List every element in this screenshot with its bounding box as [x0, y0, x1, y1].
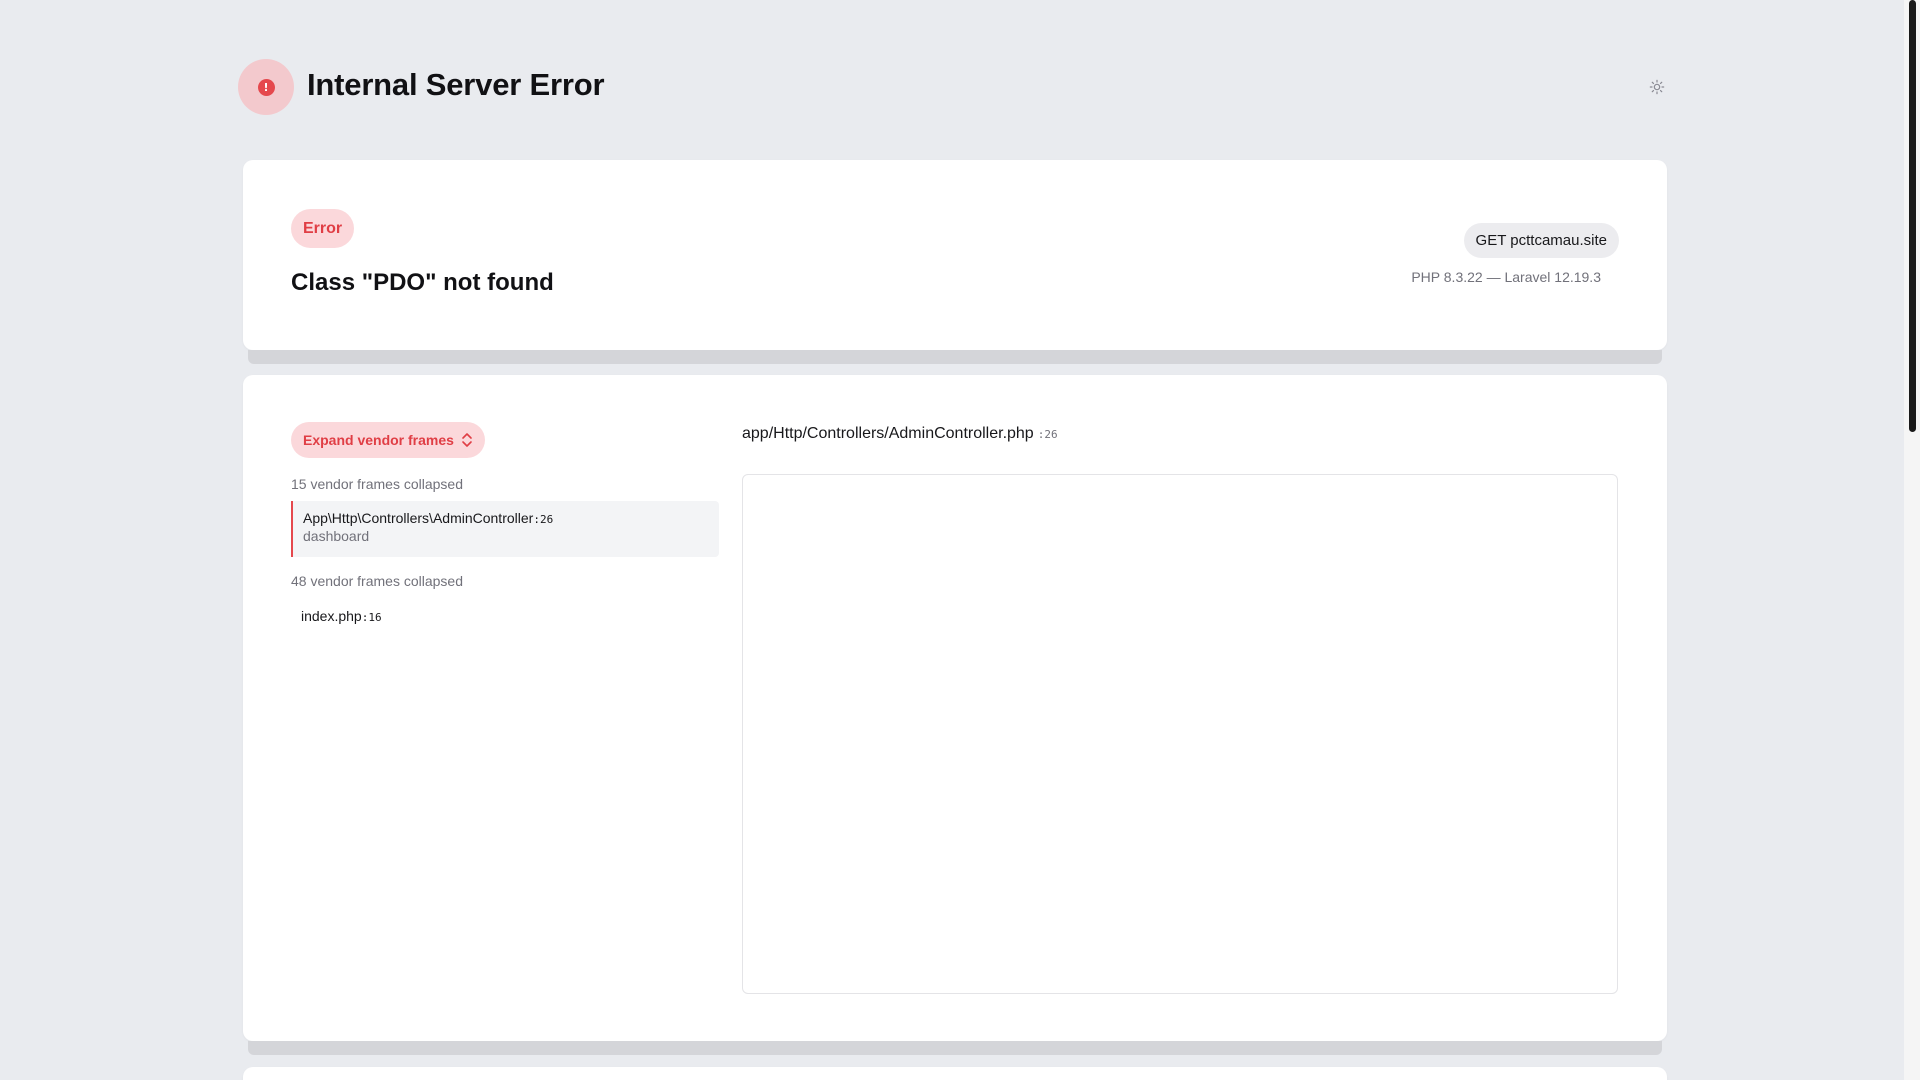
stack-frame-index[interactable]: index.php:16	[301, 608, 382, 624]
chevron-up-down-icon	[462, 433, 472, 447]
exception-message: Class "PDO" not found	[291, 269, 554, 296]
vendor-frames-collapsed-bottom[interactable]: 48 vendor frames collapsed	[291, 573, 463, 589]
code-file-path: app/Http/Controllers/AdminController.php…	[742, 425, 1058, 443]
request-info-pill: GET pcttcamau.site	[1463, 223, 1619, 258]
expand-vendor-frames-label: Expand vendor frames	[303, 432, 454, 448]
frame-method-name: dashboard	[303, 528, 370, 544]
sun-icon	[1649, 79, 1665, 95]
code-snippet-panel	[742, 474, 1618, 994]
frame-class-text: App\Http\Controllers\AdminController	[303, 510, 534, 526]
page-title: Internal Server Error	[307, 67, 605, 102]
code-file-path-text: app/Http/Controllers/AdminController.php	[742, 425, 1034, 442]
stack-trace-card: Expand vendor frames 15 vendor frames co…	[243, 375, 1667, 1041]
exclamation-circle-icon: !	[257, 78, 275, 96]
scrollbar-thumb[interactable]	[1909, 0, 1916, 432]
expand-vendor-frames-button[interactable]: Expand vendor frames	[291, 422, 485, 458]
frame-line-number: :26	[533, 513, 554, 526]
card-divider	[248, 1041, 1662, 1055]
theme-toggle-button[interactable]	[1646, 76, 1668, 98]
card-divider	[248, 350, 1662, 364]
next-section-card	[243, 1067, 1667, 1080]
code-file-line: :26	[1037, 428, 1058, 441]
stack-frame-active[interactable]: App\Http\Controllers\AdminController:26 …	[291, 501, 719, 557]
error-type-badge: Error	[291, 209, 355, 248]
frame-class-name: App\Http\Controllers\AdminController:26	[303, 510, 719, 526]
scrollbar-track[interactable]	[1904, 0, 1920, 1080]
frame-file-name: index.php	[301, 608, 362, 624]
vendor-frames-collapsed-top[interactable]: 15 vendor frames collapsed	[291, 476, 463, 492]
page-header: ! Internal Server Error	[238, 59, 1668, 117]
frame-line-number: :16	[361, 611, 382, 624]
exception-summary-card: Error Class "PDO" not found GET pcttcama…	[243, 160, 1667, 350]
version-info: PHP 8.3.22 — Laravel 12.19.3	[1411, 269, 1601, 285]
error-status-icon: !	[238, 59, 294, 115]
